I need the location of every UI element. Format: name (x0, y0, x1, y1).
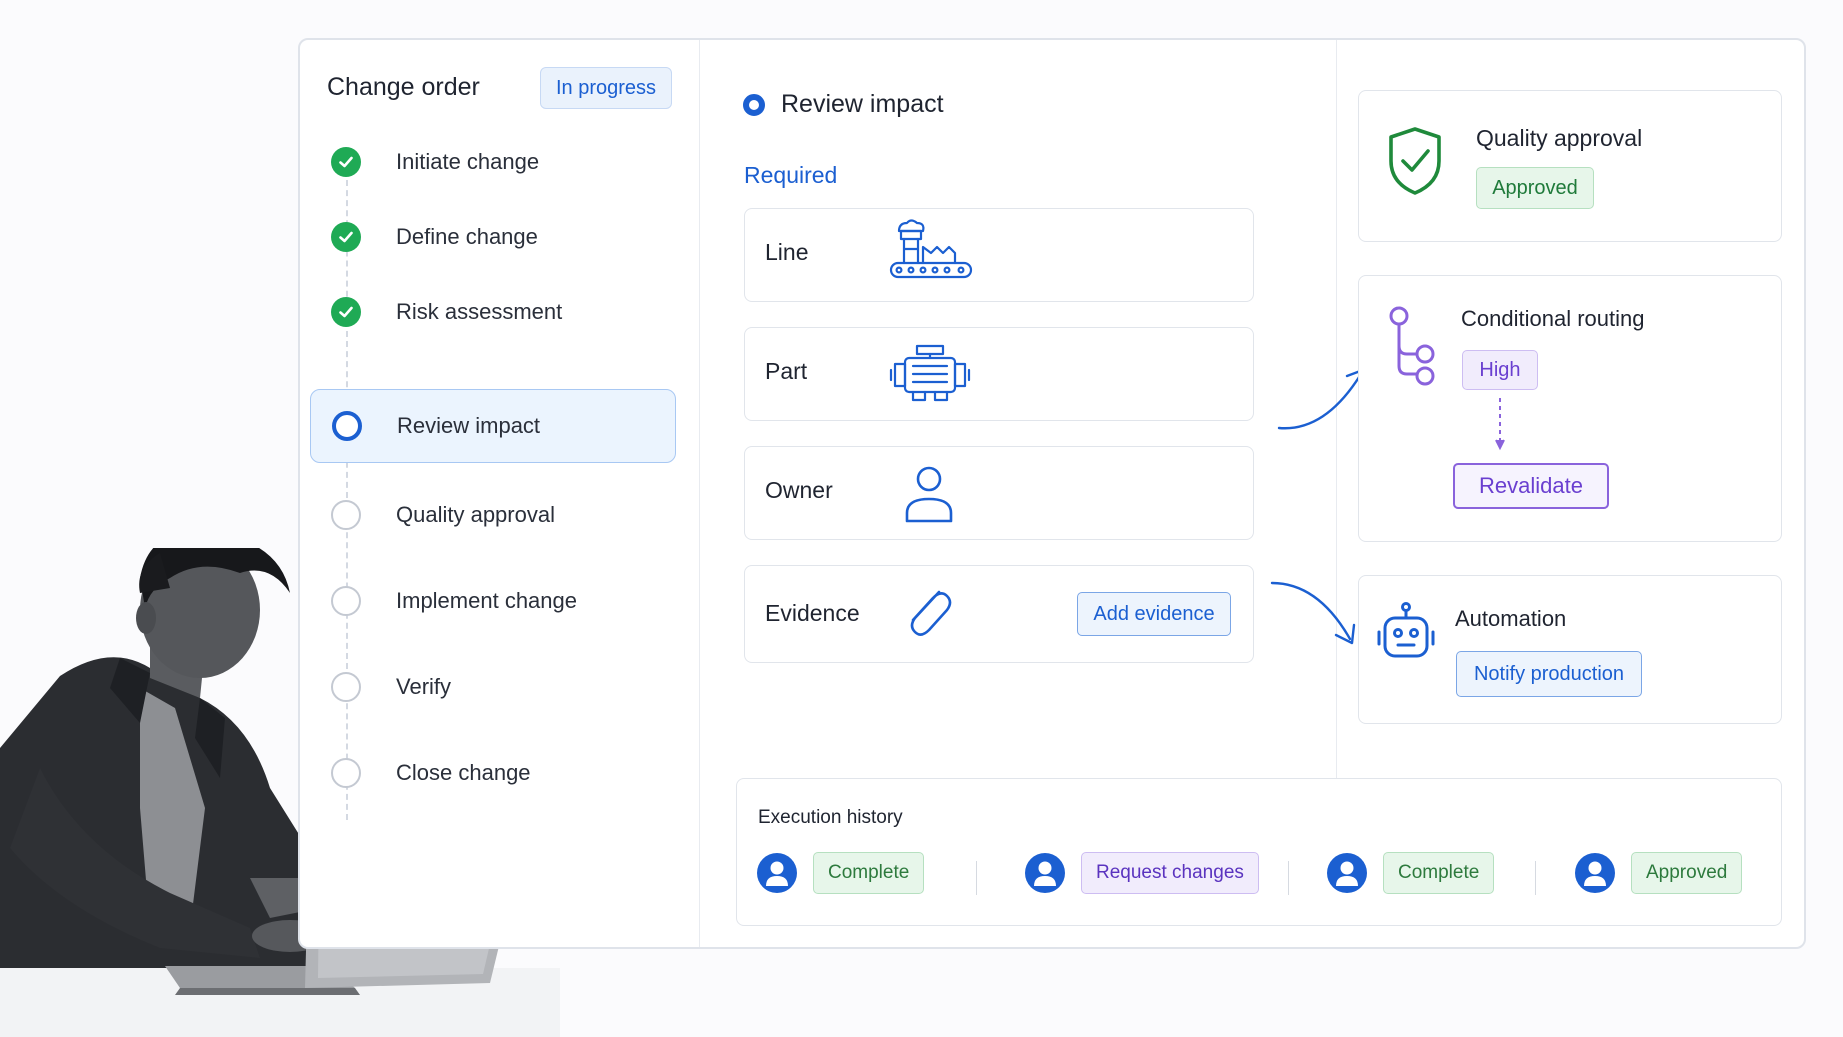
paperclip-icon (910, 590, 952, 636)
step-label: Close change (396, 760, 531, 785)
step-label: Review impact (397, 413, 541, 438)
branch-icon (1389, 306, 1435, 386)
notify-production-button[interactable]: Notify production (1456, 651, 1642, 697)
step-label: Verify (396, 674, 452, 699)
history-separator (976, 861, 977, 895)
quality-approval-title: Quality approval (1476, 125, 1643, 151)
step-label: Define change (396, 224, 538, 249)
automation-card[interactable]: Automation Notify production (1358, 575, 1782, 724)
required-heading: Required (744, 162, 838, 188)
history-status-badge: Approved (1631, 852, 1743, 894)
execution-history-panel: Execution history Complete Request chang… (736, 778, 1782, 926)
shield-check-icon (1389, 127, 1441, 195)
change-order-window: Change order In progress Initiate change… (298, 38, 1806, 949)
approved-badge: Approved (1476, 167, 1594, 209)
impact-label: Owner (765, 477, 833, 503)
history-separator (1288, 861, 1289, 895)
empty-circle-icon (331, 758, 361, 788)
check-icon (331, 147, 361, 177)
history-status-badge: Complete (1383, 852, 1495, 894)
step-initiate-change[interactable]: Initiate change (310, 125, 676, 199)
impact-card-part[interactable]: Part (744, 327, 1254, 421)
step-close-change[interactable]: Close change (310, 736, 676, 810)
history-entry[interactable]: Complete (757, 852, 925, 894)
history-status-badge: Request changes (1081, 852, 1259, 894)
dashed-arrow-icon (1495, 398, 1505, 451)
review-impact-header: Review impact (743, 90, 944, 119)
execution-history-title: Execution history (758, 807, 903, 828)
history-separator (1535, 861, 1536, 895)
review-impact-title: Review impact (781, 90, 944, 118)
step-review-impact[interactable]: Review impact (310, 389, 676, 463)
impact-card-owner[interactable]: Owner (744, 446, 1254, 540)
conditional-routing-card[interactable]: Conditional routing High Revalidate (1358, 275, 1782, 542)
radio-selected-icon (743, 93, 765, 116)
impact-card-line[interactable]: Line (744, 208, 1254, 302)
history-entry[interactable]: Approved (1575, 852, 1743, 894)
current-step-icon (332, 411, 362, 441)
automation-title: Automation (1455, 606, 1567, 631)
conditional-routing-title: Conditional routing (1461, 306, 1645, 331)
step-quality-approval[interactable]: Quality approval (310, 478, 676, 552)
production-line-icon (889, 219, 973, 279)
check-icon (331, 222, 361, 252)
impact-card-evidence[interactable]: Evidence Add evidence (744, 565, 1254, 663)
impact-label: Line (765, 239, 809, 265)
priority-badge: High (1462, 350, 1538, 390)
quality-approval-card[interactable]: Quality approval Approved (1358, 90, 1782, 242)
avatar-icon (1575, 853, 1615, 893)
impact-label: Evidence (765, 600, 860, 626)
empty-circle-icon (331, 672, 361, 702)
revalidate-button[interactable]: Revalidate (1453, 463, 1609, 509)
step-verify[interactable]: Verify (310, 650, 676, 724)
avatar-icon (757, 853, 797, 893)
history-status-badge: Complete (813, 852, 925, 894)
add-evidence-button[interactable]: Add evidence (1077, 592, 1231, 636)
avatar-icon (1327, 853, 1367, 893)
empty-circle-icon (331, 500, 361, 530)
history-entry[interactable]: Complete (1327, 852, 1495, 894)
user-icon (905, 466, 953, 523)
check-icon (331, 297, 361, 327)
avatar-icon (1025, 853, 1065, 893)
change-order-panel: Change order In progress Initiate change… (300, 40, 700, 947)
step-label: Initiate change (396, 149, 540, 174)
step-label: Quality approval (396, 502, 555, 527)
impact-label: Part (765, 358, 808, 384)
step-risk-assessment[interactable]: Risk assessment (310, 275, 676, 349)
step-implement-change[interactable]: Implement change (310, 564, 676, 638)
step-define-change[interactable]: Define change (310, 200, 676, 274)
engine-part-icon (889, 344, 971, 402)
step-label: Implement change (396, 588, 577, 613)
step-label: Risk assessment (396, 299, 563, 324)
history-entry[interactable]: Request changes (1025, 852, 1259, 894)
empty-circle-icon (331, 586, 361, 616)
arrow-to-automation-icon (1270, 581, 1356, 645)
robot-icon (1377, 602, 1435, 658)
step-list: Initiate change Define change Risk asses… (300, 40, 700, 947)
